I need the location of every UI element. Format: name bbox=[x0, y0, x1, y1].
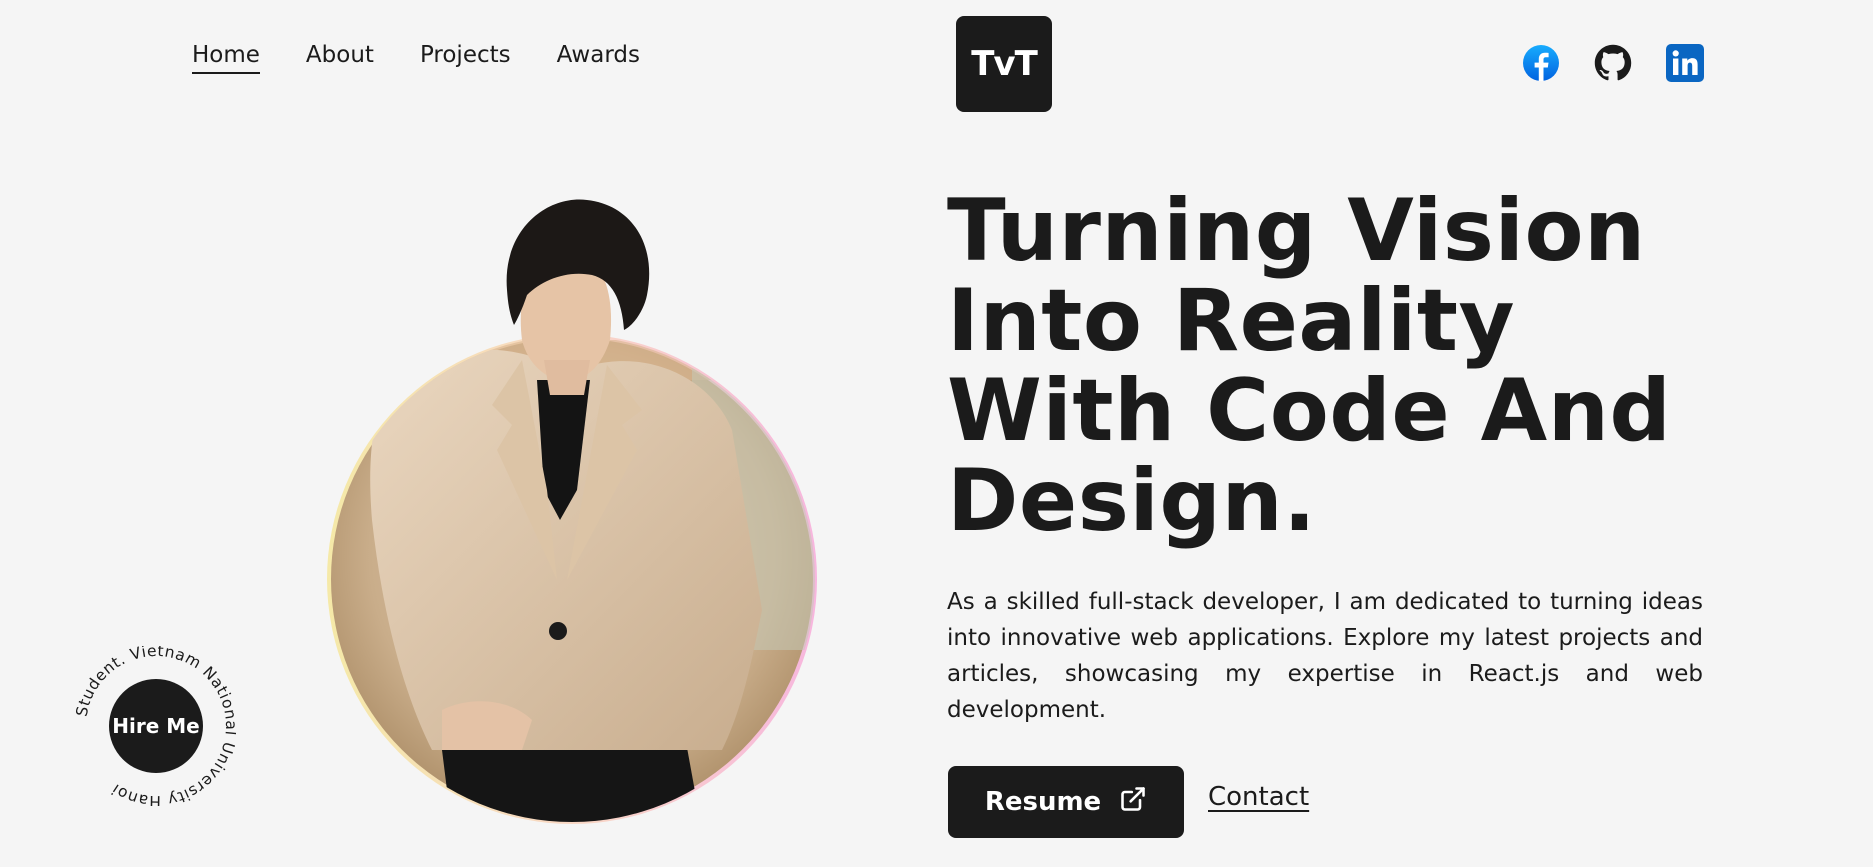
page: Home About Projects Awards TvT Turning V… bbox=[0, 0, 1873, 867]
nav-awards-link[interactable]: Awards bbox=[557, 42, 640, 74]
nav-home-link[interactable]: Home bbox=[192, 42, 260, 74]
hire-me-button[interactable]: Hire Me bbox=[109, 679, 203, 773]
resume-button-label: Resume bbox=[984, 787, 1102, 817]
facebook-icon[interactable] bbox=[1522, 44, 1560, 82]
github-icon[interactable] bbox=[1594, 44, 1632, 82]
nav-projects-link[interactable]: Projects bbox=[420, 42, 511, 74]
main-nav: Home About Projects Awards bbox=[192, 42, 640, 74]
contact-link[interactable]: Contact bbox=[1208, 782, 1309, 812]
profile-photo bbox=[322, 190, 820, 826]
hero-intro: As a skilled full-stack developer, I am … bbox=[947, 589, 1703, 723]
hire-me-badge: Student. Vietnam National University Han… bbox=[76, 646, 236, 806]
hero-headline: Turning Vision Into Reality With Code An… bbox=[947, 181, 1672, 551]
external-link-icon bbox=[1119, 785, 1147, 820]
nav-about-link[interactable]: About bbox=[306, 42, 374, 74]
linkedin-icon[interactable] bbox=[1666, 44, 1704, 82]
resume-button[interactable]: Resume bbox=[948, 766, 1184, 838]
site-logo[interactable]: TvT bbox=[956, 16, 1052, 112]
social-links bbox=[1522, 44, 1704, 82]
